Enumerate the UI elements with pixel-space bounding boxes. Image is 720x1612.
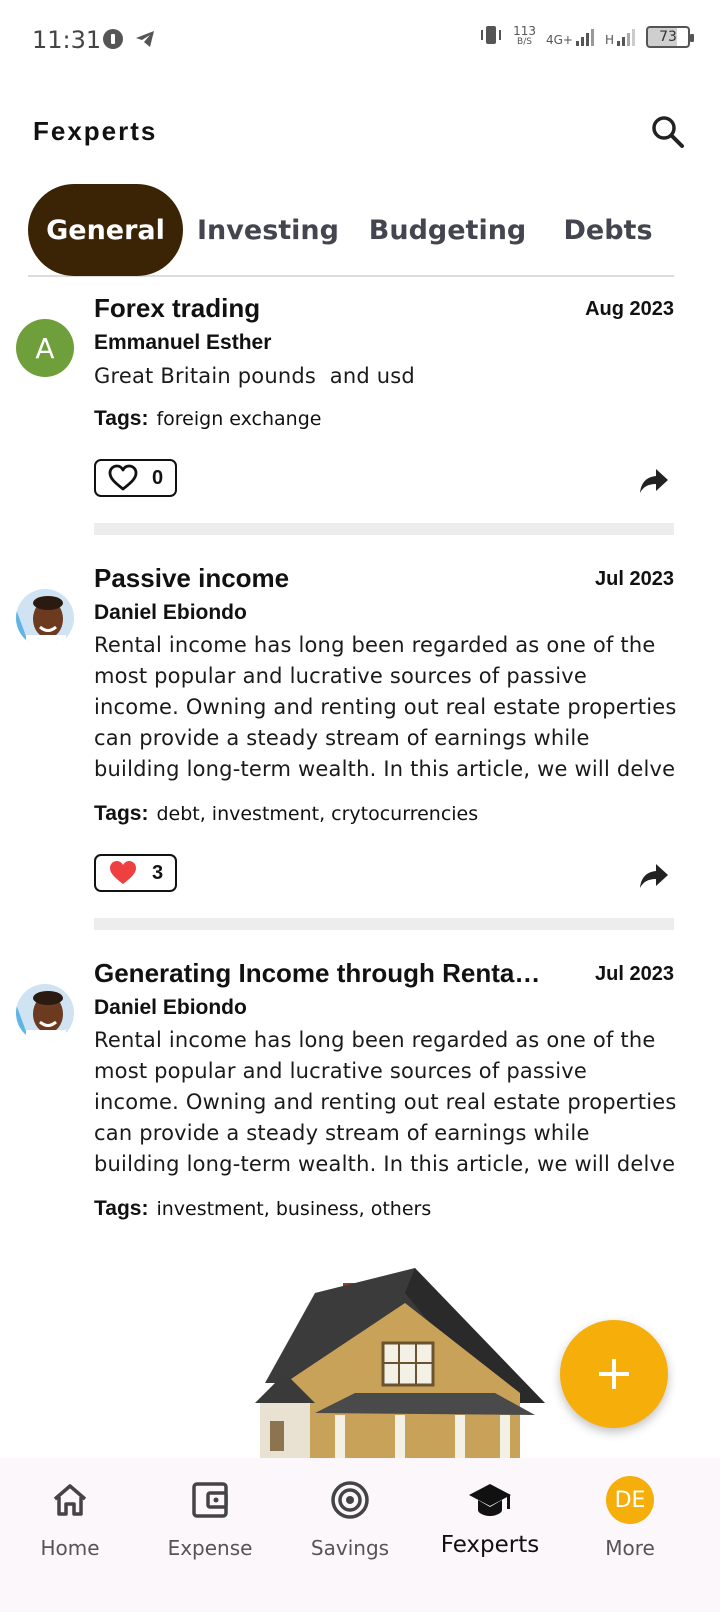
- add-post-button[interactable]: [560, 1320, 668, 1428]
- post-divider: [94, 523, 674, 535]
- tab-investing[interactable]: Investing: [197, 184, 339, 276]
- post-title[interactable]: Forex trading: [94, 293, 260, 324]
- nav-more[interactable]: DE More: [560, 1458, 700, 1588]
- post-author: Emmanuel Esther: [94, 331, 272, 354]
- tab-label: Investing: [197, 214, 339, 246]
- status-time: 11:31: [32, 26, 102, 54]
- post-body: Great Britain pounds and usd: [94, 364, 415, 388]
- like-count: 0: [152, 466, 164, 489]
- like-count: 3: [152, 861, 164, 884]
- nav-label: Savings: [310, 1536, 390, 1560]
- nav-home[interactable]: Home: [0, 1458, 140, 1588]
- net-speed: 113 B/S: [513, 23, 536, 48]
- network-type-2-label: H: [604, 32, 614, 47]
- graduation-cap-icon: [467, 1478, 513, 1522]
- share-button[interactable]: [638, 465, 670, 497]
- post-tags: Tags: investment, business, others: [94, 1196, 431, 1221]
- tags-label: Tags:: [94, 1197, 149, 1220]
- post-image-house[interactable]: [255, 1263, 545, 1458]
- search-button[interactable]: [646, 110, 690, 154]
- avatar[interactable]: [16, 984, 74, 1042]
- status-bar: 11:31 113 B/S 4G+ H 73: [0, 0, 720, 80]
- post-tags: Tags: foreign exchange: [94, 406, 321, 431]
- share-button[interactable]: [638, 860, 670, 892]
- avatar[interactable]: [16, 589, 74, 647]
- wallet-icon: [190, 1478, 230, 1522]
- nav-label: More: [605, 1536, 655, 1560]
- target-icon: [330, 1478, 370, 1522]
- profile-photo: [16, 589, 74, 647]
- status-indicators: 113 B/S 4G+ H 73: [479, 23, 694, 49]
- signal-h: H: [605, 27, 636, 47]
- heart-filled-icon: [110, 861, 136, 884]
- telegram-icon: [134, 28, 156, 55]
- net-speed-value: 113: [513, 23, 536, 38]
- page-title: Fexperts: [33, 116, 158, 146]
- posts-feed[interactable]: A Forex trading Aug 2023 Emmanuel Esther…: [0, 278, 720, 1458]
- post-date: Aug 2023: [585, 298, 674, 320]
- signal-4g: 4G+: [546, 27, 595, 47]
- vibrate-icon: [479, 24, 503, 49]
- network-type-label: 4G+: [545, 32, 573, 47]
- tags-label: Tags:: [94, 407, 149, 430]
- nav-expense[interactable]: Expense: [140, 1458, 280, 1588]
- tab-label: General: [46, 214, 165, 246]
- nav-label: Home: [40, 1536, 100, 1560]
- signal-icon-2: [617, 28, 635, 46]
- tags-value: debt, investment, crytocurrencies: [156, 803, 479, 825]
- post-author: Daniel Ebiondo: [94, 996, 247, 1019]
- post-title[interactable]: Passive income: [94, 563, 289, 594]
- tags-value: foreign exchange: [156, 408, 322, 430]
- nav-label: Expense: [167, 1536, 253, 1560]
- post-date: Jul 2023: [595, 963, 674, 985]
- vpn-icon: [102, 28, 124, 55]
- avatar-letter: A: [35, 331, 55, 365]
- post-divider: [94, 918, 674, 930]
- net-speed-unit: B/S: [517, 36, 532, 47]
- nav-fexperts[interactable]: Fexperts: [420, 1458, 560, 1588]
- tags-value: investment, business, others: [156, 1198, 432, 1220]
- post-body: Rental income has long been regarded as …: [94, 1028, 677, 1176]
- tab-general[interactable]: General: [28, 184, 183, 276]
- tab-budgeting[interactable]: Budgeting: [368, 184, 527, 276]
- post-tags: Tags: debt, investment, crytocurrencies: [94, 801, 478, 826]
- post-author: Daniel Ebiondo: [94, 601, 247, 624]
- tags-label: Tags:: [94, 802, 149, 825]
- post-body: Rental income has long been regarded as …: [94, 633, 677, 781]
- signal-icon: [575, 28, 594, 46]
- profile-photo: [16, 984, 74, 1042]
- tab-label: Debts: [563, 214, 653, 246]
- plus-icon: [599, 1359, 629, 1389]
- search-icon: [652, 116, 684, 148]
- user-avatar: DE: [606, 1476, 654, 1524]
- avatar[interactable]: A: [16, 319, 74, 377]
- nav-label: Fexperts: [440, 1532, 540, 1558]
- post-title[interactable]: Generating Income through Rental Propert…: [94, 958, 546, 989]
- tab-label: Budgeting: [368, 214, 527, 246]
- home-icon: [50, 1478, 90, 1522]
- post-date: Jul 2023: [595, 568, 674, 590]
- share-arrow-icon: [640, 864, 668, 888]
- battery-indicator: 73: [646, 25, 694, 48]
- bottom-navigation: Home Expense Savings Fexperts DE More: [0, 1458, 720, 1612]
- nav-savings[interactable]: Savings: [280, 1458, 420, 1588]
- app-bar: Fexperts: [0, 100, 720, 164]
- avatar-initials: DE: [606, 1476, 654, 1524]
- tab-debts[interactable]: Debts: [558, 184, 658, 276]
- heart-outline-icon: [108, 464, 138, 491]
- category-tabs: General Investing Budgeting Debts: [28, 184, 674, 277]
- like-button[interactable]: 0: [94, 459, 177, 497]
- like-button[interactable]: 3: [94, 854, 177, 892]
- share-arrow-icon: [640, 469, 668, 493]
